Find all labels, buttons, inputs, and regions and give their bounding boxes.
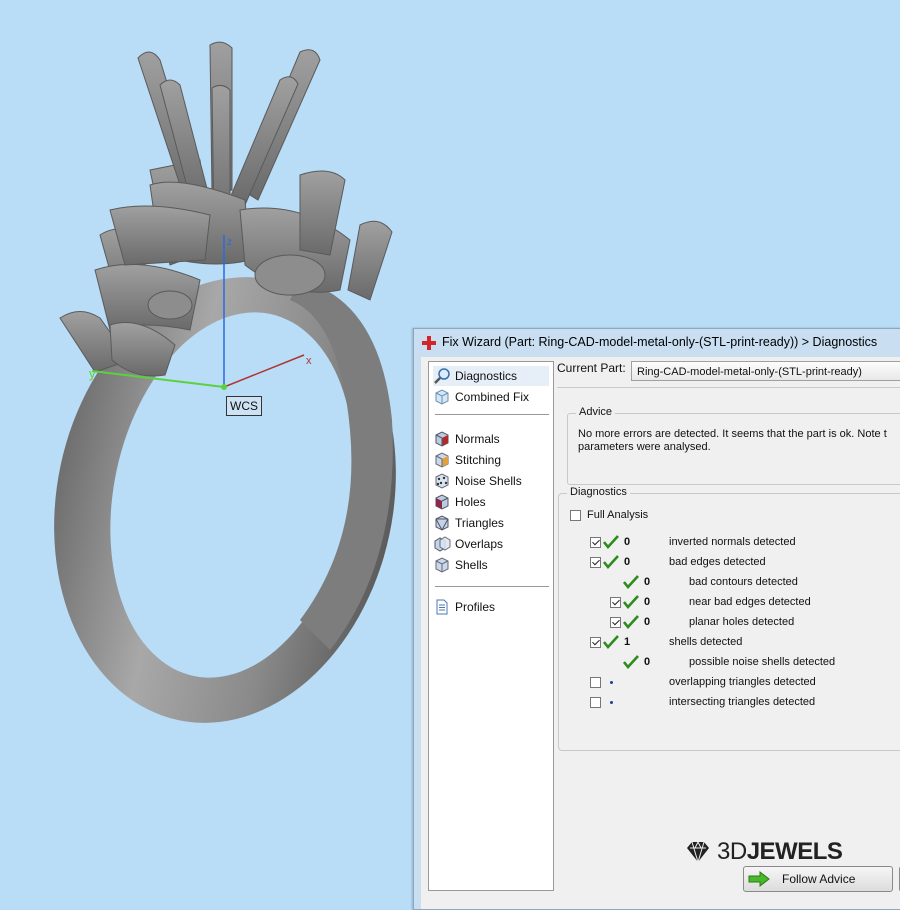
overlaps-icon bbox=[434, 536, 451, 552]
axis-x-label: x bbox=[306, 355, 312, 367]
dialog-title: Fix Wizard (Part: Ring-CAD-model-metal-o… bbox=[442, 335, 878, 349]
nav-item-stitching[interactable]: Stitching bbox=[433, 450, 549, 470]
diagnostic-count: 0 bbox=[644, 656, 651, 668]
dialog-client: Diagnostics Combined Fix Normals Stitchi… bbox=[421, 357, 900, 909]
check-tick-icon bbox=[603, 535, 619, 549]
dialog-titlebar[interactable]: Fix Wizard (Part: Ring-CAD-model-metal-o… bbox=[414, 329, 900, 357]
full-analysis-checkbox[interactable] bbox=[570, 510, 581, 521]
pending-dot-icon bbox=[610, 701, 613, 704]
axis-y-label: y bbox=[89, 366, 96, 381]
advice-text: No more errors are detected. It seems th… bbox=[578, 428, 900, 454]
nav-label: Combined Fix bbox=[455, 390, 530, 404]
diagnostic-checkbox[interactable] bbox=[590, 637, 601, 648]
diagnostic-label: inverted normals detected bbox=[669, 536, 796, 548]
fix-wizard-dialog: Fix Wizard (Part: Ring-CAD-model-metal-o… bbox=[413, 328, 900, 910]
diagnostic-label: near bad edges detected bbox=[689, 596, 811, 608]
diagnostic-label: bad contours detected bbox=[689, 576, 798, 588]
3djewels-logo: 3DJEWELS bbox=[685, 837, 843, 867]
diagnostic-checkbox[interactable] bbox=[590, 537, 601, 548]
shells-icon bbox=[435, 557, 449, 573]
wcs-label: WCS bbox=[226, 396, 262, 416]
diagnostic-count: 0 bbox=[624, 536, 631, 548]
nav-item-profiles[interactable]: Profiles bbox=[433, 597, 549, 617]
noise-shells-icon bbox=[435, 473, 449, 489]
pane-separator bbox=[557, 387, 900, 388]
advice-title: Advice bbox=[576, 406, 616, 418]
axis-z-label: z bbox=[227, 237, 232, 248]
diagnostic-checkbox[interactable] bbox=[610, 617, 621, 628]
nav-item-holes[interactable]: Holes bbox=[433, 492, 549, 512]
logo-suffix: JEWELS bbox=[746, 838, 843, 865]
check-tick-icon bbox=[603, 555, 619, 569]
nav-item-triangles[interactable]: Triangles bbox=[433, 513, 549, 533]
check-tick-icon bbox=[623, 615, 639, 629]
nav-item-noise-shells[interactable]: Noise Shells bbox=[433, 471, 549, 491]
nav-label: Holes bbox=[455, 495, 486, 509]
current-part-label: Current Part: bbox=[557, 361, 626, 375]
document-icon bbox=[436, 599, 448, 615]
diagnostic-count: 0 bbox=[644, 616, 651, 628]
nav-item-shells[interactable]: Shells bbox=[433, 555, 549, 575]
logo-prefix: 3D bbox=[717, 838, 747, 865]
nav-label: Shells bbox=[455, 558, 488, 572]
magnifier-icon bbox=[434, 368, 450, 384]
nav-label: Normals bbox=[455, 432, 500, 446]
advice-group: Advice No more errors are detected. It s… bbox=[567, 406, 900, 485]
diagnostic-checkbox[interactable] bbox=[590, 697, 601, 708]
triangles-icon bbox=[435, 515, 449, 531]
advice-line-1: No more errors are detected. It seems th… bbox=[578, 428, 887, 440]
advice-line-2: parameters were analysed. bbox=[578, 441, 711, 453]
diagnostic-label: intersecting triangles detected bbox=[669, 696, 816, 708]
green-arrow-icon bbox=[748, 871, 770, 887]
wizard-nav-panel: Diagnostics Combined Fix Normals Stitchi… bbox=[428, 361, 554, 891]
nav-label: Noise Shells bbox=[455, 474, 522, 488]
nav-item-overlaps[interactable]: Overlaps bbox=[433, 534, 549, 554]
diagnostic-count: 0 bbox=[624, 556, 631, 568]
follow-advice-button[interactable]: Follow Advice bbox=[743, 866, 893, 892]
current-part-dropdown[interactable]: Ring-CAD-model-metal-only-(STL-print-rea… bbox=[631, 361, 900, 381]
nav-item-combined-fix[interactable]: Combined Fix bbox=[433, 387, 549, 407]
cube-icon bbox=[435, 389, 449, 405]
nav-separator bbox=[435, 414, 549, 415]
diagnostic-checkbox[interactable] bbox=[610, 597, 621, 608]
full-analysis-label: Full Analysis bbox=[587, 509, 649, 521]
nav-label: Profiles bbox=[455, 600, 496, 614]
logo-text: 3DJEWELS bbox=[717, 838, 843, 866]
medical-cross-icon bbox=[422, 336, 436, 350]
nav-label: Stitching bbox=[455, 453, 502, 467]
diagnostic-count: 0 bbox=[644, 596, 651, 608]
holes-icon bbox=[435, 494, 449, 510]
diagnostic-count: 0 bbox=[644, 576, 651, 588]
check-tick-icon bbox=[623, 575, 639, 589]
nav-label: Diagnostics bbox=[455, 369, 518, 383]
diagnostic-label: possible noise shells detected bbox=[689, 656, 836, 668]
follow-advice-label: Follow Advice bbox=[782, 872, 856, 886]
diagnostic-label: overlapping triangles detected bbox=[669, 676, 816, 688]
diagnostic-count: 1 bbox=[624, 636, 631, 648]
diagnostics-group: Diagnostics Full Analysis 0 inverted norm… bbox=[558, 486, 900, 751]
check-tick-icon bbox=[603, 635, 619, 649]
diagnostic-checkbox[interactable] bbox=[590, 557, 601, 568]
nav-separator bbox=[435, 586, 549, 587]
normals-cube-icon bbox=[435, 431, 449, 447]
nav-item-normals[interactable]: Normals bbox=[433, 429, 549, 449]
stitching-icon bbox=[435, 452, 449, 468]
check-tick-icon bbox=[623, 655, 639, 669]
diagnostic-label: planar holes detected bbox=[689, 616, 795, 628]
nav-item-diagnostics[interactable]: Diagnostics bbox=[433, 366, 549, 386]
diagnostic-label: bad edges detected bbox=[669, 556, 766, 568]
diagnostic-label: shells detected bbox=[669, 636, 743, 648]
nav-label: Overlaps bbox=[455, 537, 504, 551]
pending-dot-icon bbox=[610, 681, 613, 684]
diagnostics-title: Diagnostics bbox=[567, 486, 630, 498]
diagnostic-checkbox[interactable] bbox=[590, 677, 601, 688]
check-tick-icon bbox=[623, 595, 639, 609]
diamond-icon bbox=[687, 840, 709, 863]
nav-label: Triangles bbox=[455, 516, 504, 530]
